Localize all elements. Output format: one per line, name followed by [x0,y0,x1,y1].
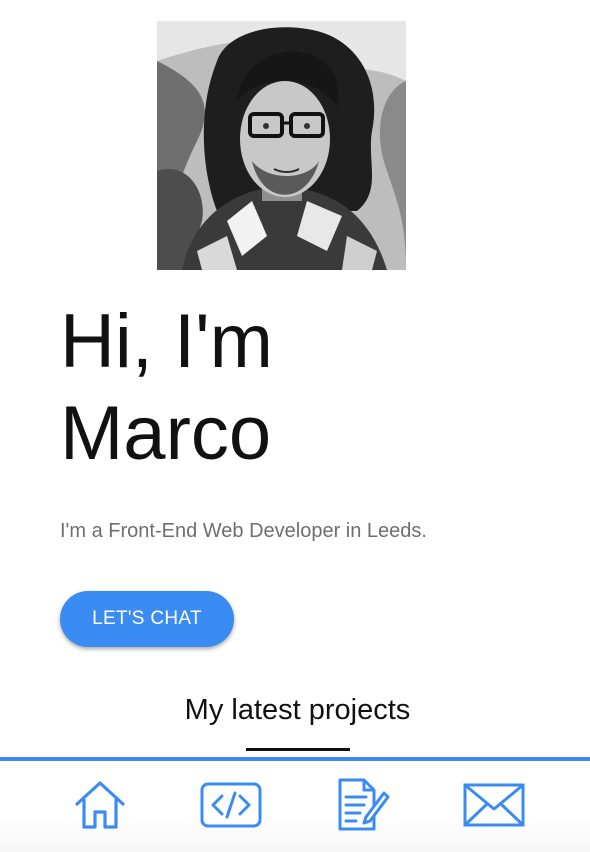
profile-photo [157,21,406,270]
nav-code[interactable] [199,775,263,835]
code-icon [200,782,262,828]
page: Hi, I'm Marco I'm a Front-End Web Develo… [0,0,590,852]
projects-heading-underline [246,748,350,751]
projects-heading: My latest projects [184,694,411,726]
bottom-nav [0,757,590,852]
home-icon [75,781,125,829]
page-title: Hi, I'm Marco [60,296,273,480]
headline-line-2: Marco [60,391,272,476]
nav-home[interactable] [68,775,132,835]
document-edit-icon [338,778,390,831]
nav-resume[interactable] [330,775,394,835]
profile-photo-illustration [157,21,406,270]
lets-chat-button[interactable]: LET'S CHAT [60,591,234,647]
mail-icon [463,783,525,827]
headline-line-1: Hi, I'm [60,299,273,384]
nav-contact[interactable] [462,775,526,835]
tagline: I'm a Front-End Web Developer in Leeds. [60,520,427,542]
